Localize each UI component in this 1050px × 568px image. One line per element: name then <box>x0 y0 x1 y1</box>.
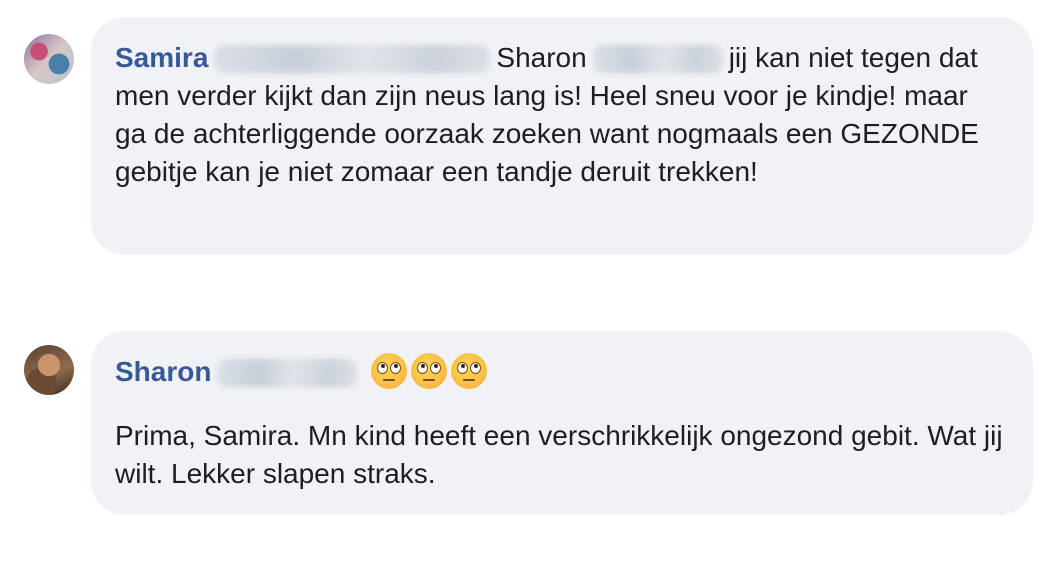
blurred-surname <box>217 359 358 387</box>
blurred-surname <box>592 45 723 73</box>
avatar[interactable] <box>24 34 74 84</box>
mention-tag[interactable]: Sharon <box>496 42 586 73</box>
face-with-rolling-eyes-icon <box>451 353 488 389</box>
blurred-surname <box>214 45 491 73</box>
comment-thread: Samira Sharon jij kan niet tegen dat men v… <box>0 0 1050 568</box>
face-with-rolling-eyes-icon <box>411 353 448 389</box>
comment-text: Prima, Samira. Mn kind heeft een verschr… <box>115 420 1003 489</box>
comment-author-name[interactable]: Sharon <box>115 356 211 387</box>
comment-author-name[interactable]: Samira <box>115 42 208 73</box>
avatar[interactable] <box>24 345 74 395</box>
comment-bubble: Sharon Prima, Samira. Mn kind heeft een … <box>91 331 1033 515</box>
comment-bubble: Samira Sharon jij kan niet tegen dat men v… <box>91 17 1033 255</box>
comment-header: Sharon <box>115 353 1003 391</box>
face-with-rolling-eyes-icon <box>371 353 408 389</box>
